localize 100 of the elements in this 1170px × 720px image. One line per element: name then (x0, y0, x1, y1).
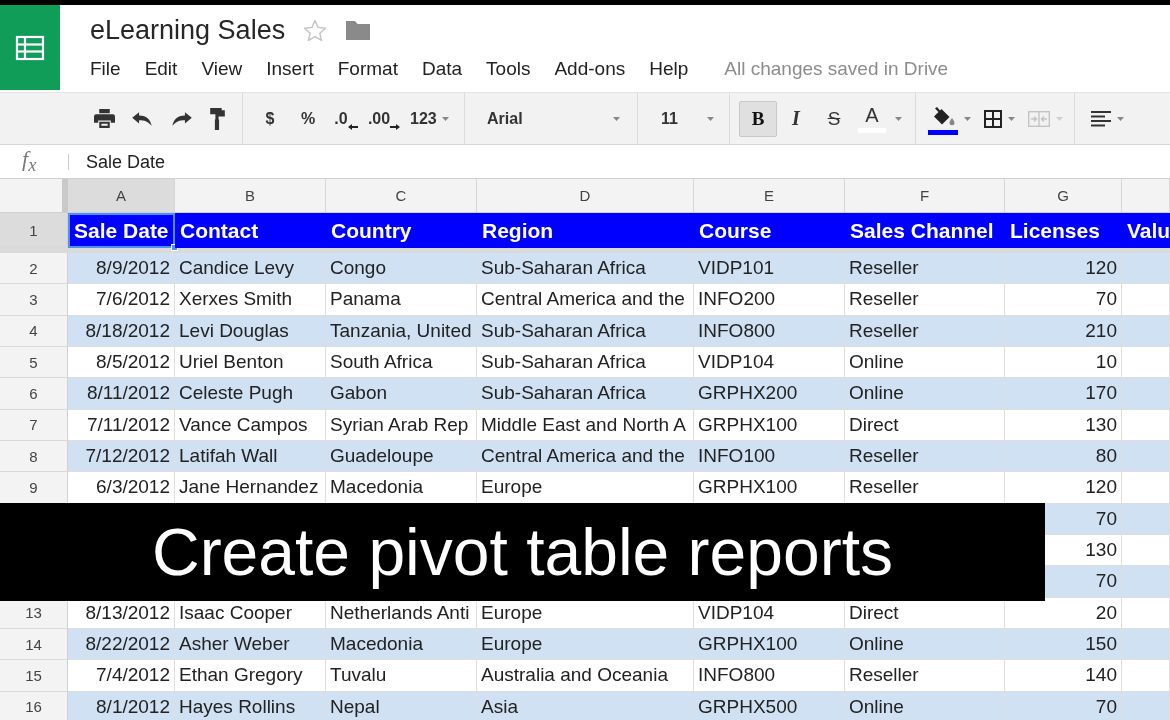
percent-button[interactable]: % (289, 100, 327, 137)
table-cell: Ethan Gregory (175, 660, 326, 692)
row-header[interactable]: 9 (0, 472, 68, 504)
paint-roller-icon[interactable] (209, 107, 226, 130)
table-cell: 70 (1005, 284, 1122, 316)
table-cell: 8/22/2012 (68, 628, 175, 661)
menu-item[interactable]: Edit (144, 55, 178, 83)
table-cell (1122, 378, 1170, 410)
header-cell: Sales Channel (845, 213, 1005, 248)
menu-item[interactable]: Add-ons (554, 55, 626, 83)
table-cell: Europe (477, 628, 694, 661)
row-header[interactable]: 1 (0, 213, 68, 248)
table-cell: Sub-Saharan Africa (477, 253, 694, 285)
row-header[interactable]: 8 (0, 440, 68, 473)
table-cell: 10 (1005, 347, 1122, 379)
column-header[interactable]: A (68, 179, 175, 213)
table-cell: Reseller (845, 440, 1005, 473)
video-caption: Create pivot table reports (0, 503, 1045, 601)
folder-icon[interactable] (346, 20, 371, 40)
star-icon[interactable] (304, 19, 327, 41)
align-left-icon[interactable] (1091, 110, 1111, 127)
caret-icon (441, 116, 449, 121)
text-color-button[interactable]: A (853, 100, 891, 137)
caret-icon[interactable] (1117, 116, 1124, 121)
document-title[interactable]: eLearning Sales (90, 12, 286, 48)
table-cell (1122, 409, 1170, 441)
strikethrough-button[interactable]: S (815, 100, 853, 137)
table-cell: Sub-Saharan Africa (477, 378, 694, 410)
caret-icon[interactable] (964, 116, 971, 121)
menu-item[interactable]: Insert (266, 55, 314, 83)
table-cell: Hayes Rollins (175, 691, 326, 720)
table-cell: INFO800 (694, 660, 845, 692)
arrow-left-icon (347, 123, 358, 130)
bold-button[interactable]: B (739, 100, 777, 137)
table-cell: Reseller (845, 284, 1005, 316)
row-header[interactable]: 5 (0, 347, 68, 379)
table-cell: South Africa (326, 347, 477, 379)
table-cell: Direct (845, 409, 1005, 441)
row-header[interactable]: 3 (0, 284, 68, 316)
column-header[interactable]: E (694, 179, 845, 213)
table-cell: 120 (1005, 253, 1122, 285)
decrease-decimal-button[interactable]: .0 (327, 100, 365, 137)
table-cell: INFO200 (694, 284, 845, 316)
row-header[interactable]: 7 (0, 409, 68, 441)
table-cell: Vance Campos (175, 409, 326, 441)
table-cell: 170 (1005, 378, 1122, 410)
column-header[interactable]: G (1005, 179, 1122, 213)
font-size-dropdown[interactable]: 11 (648, 100, 723, 137)
save-status: All changes saved in Drive (724, 57, 949, 81)
undo-icon[interactable] (131, 110, 154, 127)
header-cell: Licenses (1005, 213, 1122, 248)
increase-decimal-button[interactable]: .00 (365, 100, 403, 137)
table-cell: 8/1/2012 (68, 691, 175, 720)
number-format-dropdown[interactable]: 123 (403, 100, 456, 137)
row-header[interactable]: 2 (0, 253, 68, 285)
menu-item[interactable]: Data (421, 55, 463, 83)
column-header[interactable]: F (845, 179, 1005, 213)
column-header[interactable]: B (175, 179, 326, 213)
paint-bucket-icon[interactable] (931, 106, 955, 127)
menu-item[interactable]: Tools (486, 55, 531, 83)
column-header[interactable]: D (477, 179, 694, 213)
menu-item[interactable]: File (90, 55, 121, 83)
table-cell: INFO800 (694, 315, 845, 347)
table-cell: 210 (1005, 315, 1122, 347)
font-dropdown[interactable]: Arial (479, 100, 629, 137)
currency-button[interactable]: $ (251, 100, 289, 137)
header-cell: Course (694, 213, 845, 248)
table-cell: 7/12/2012 (68, 440, 175, 473)
print-icon[interactable] (94, 109, 115, 128)
row-header[interactable]: 16 (0, 691, 68, 720)
redo-icon[interactable] (170, 110, 193, 127)
table-cell: Tanzania, United (326, 315, 477, 347)
row-header[interactable]: 15 (0, 660, 68, 692)
table-cell: 130 (1005, 409, 1122, 441)
italic-button[interactable]: I (777, 100, 815, 137)
table-cell: 8/9/2012 (68, 253, 175, 285)
table-cell: Asia (477, 691, 694, 720)
table-cell: Celeste Pugh (175, 378, 326, 410)
caret-icon[interactable] (895, 116, 902, 121)
menu-item[interactable]: Format (337, 55, 398, 83)
table-cell: Sub-Saharan Africa (477, 315, 694, 347)
table-cell: Reseller (845, 253, 1005, 285)
table-cell: Reseller (845, 660, 1005, 692)
column-header[interactable]: C (326, 179, 477, 213)
table-cell: Online (845, 378, 1005, 410)
borders-icon[interactable] (984, 109, 1002, 128)
row-header[interactable]: 14 (0, 628, 68, 661)
table-cell (1122, 597, 1170, 629)
table-cell: VIDP101 (694, 253, 845, 285)
spreadsheet-logo-icon[interactable] (0, 5, 60, 90)
menu-item[interactable]: Help (649, 55, 689, 83)
menu-item[interactable]: View (201, 55, 243, 83)
caret-icon[interactable] (1008, 116, 1015, 121)
table-cell: GRPHX100 (694, 409, 845, 441)
row-header[interactable]: 4 (0, 315, 68, 347)
row-header[interactable]: 6 (0, 378, 68, 410)
table-cell: Levi Douglas (175, 315, 326, 347)
table-cell: 7/11/2012 (68, 409, 175, 441)
formula-field[interactable]: Sale Date (86, 146, 1170, 177)
table-cell (1122, 691, 1170, 720)
